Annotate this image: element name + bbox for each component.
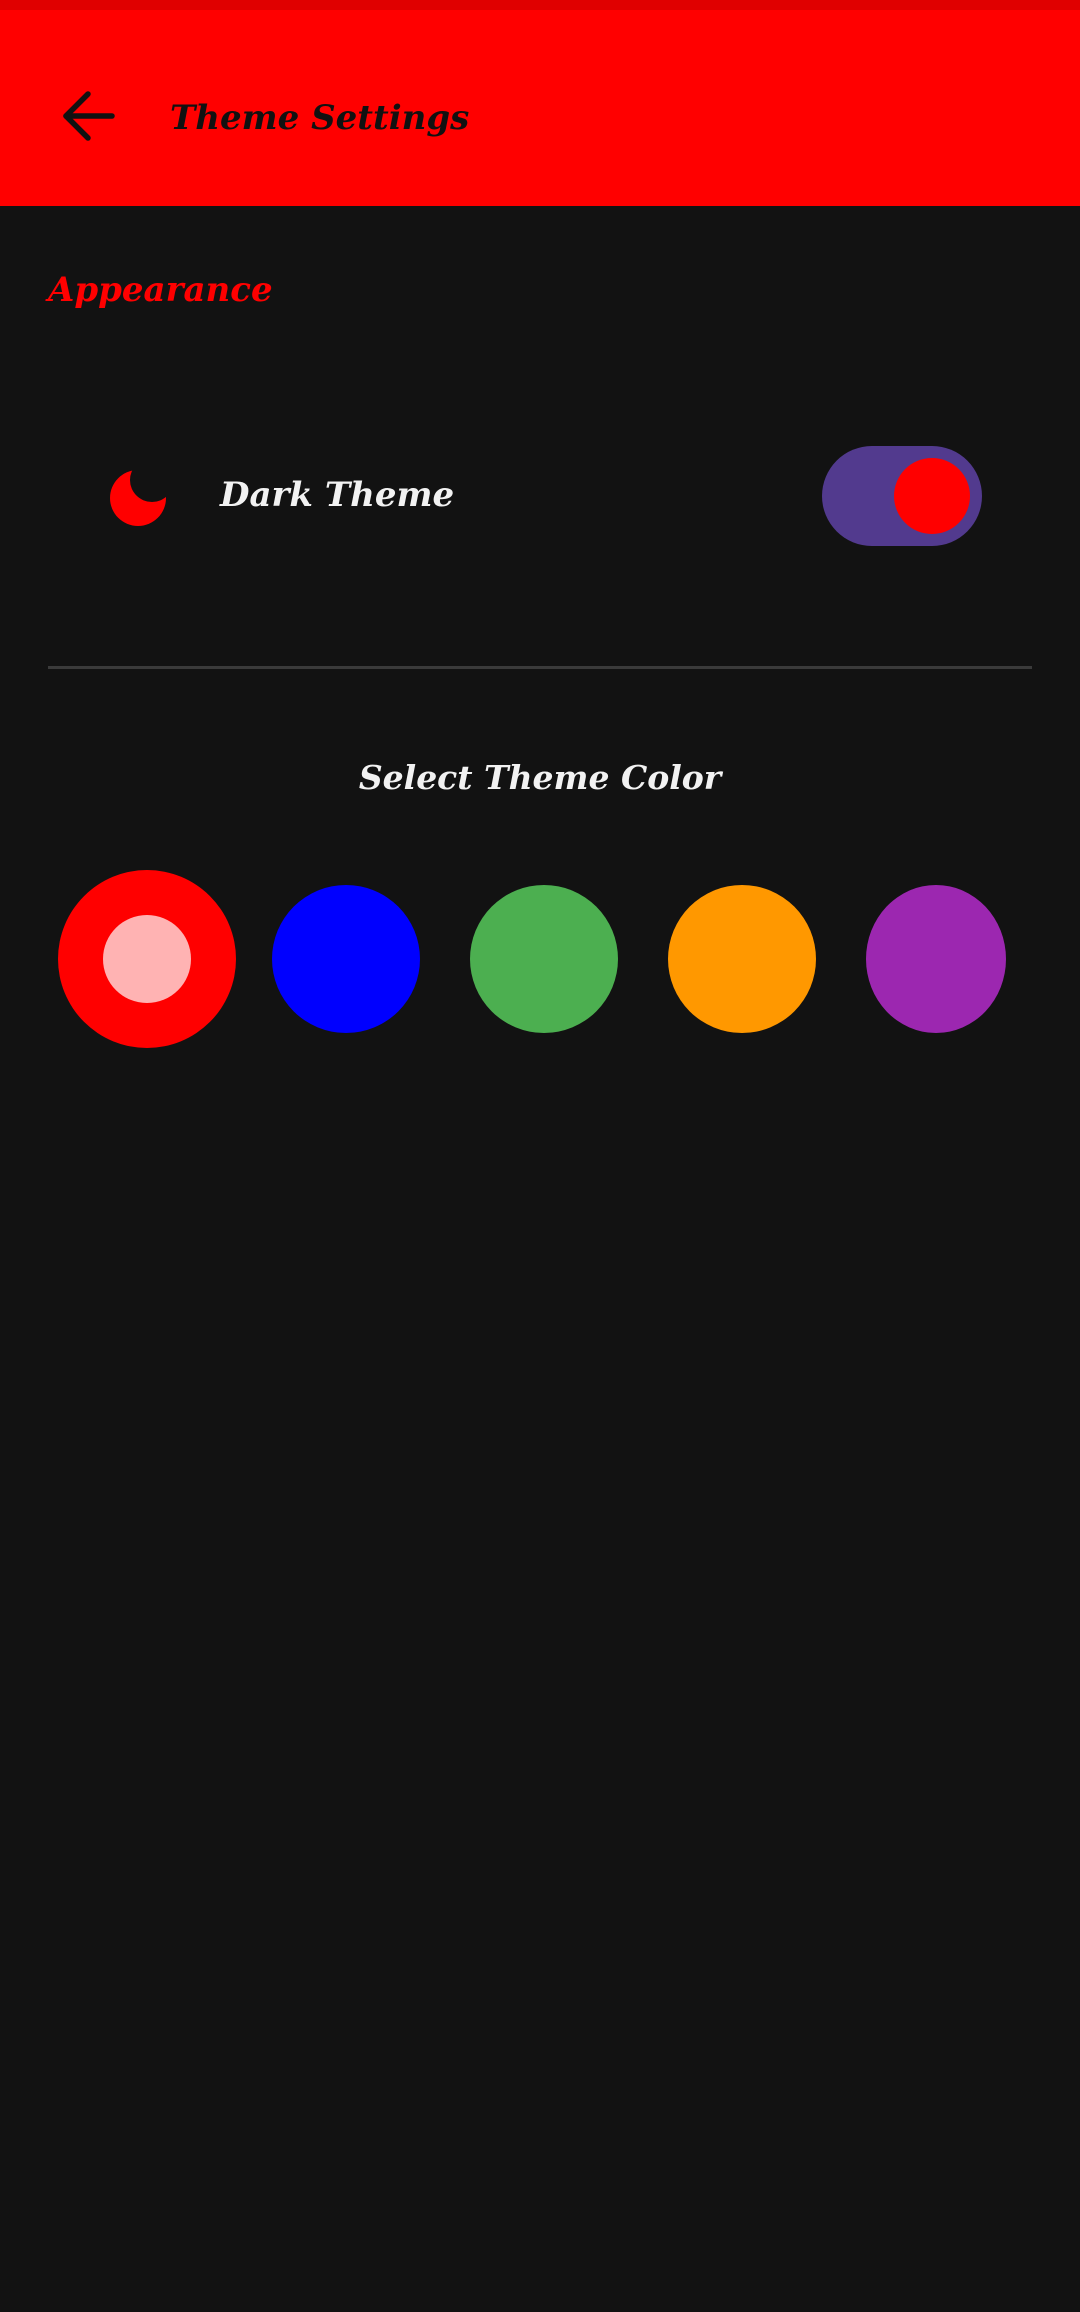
- page-title: Theme Settings: [170, 98, 470, 138]
- selected-indicator: [103, 915, 191, 1003]
- color-swatch-blue[interactable]: [272, 885, 420, 1033]
- toggle-knob[interactable]: [894, 458, 970, 534]
- section-header-appearance: Appearance: [48, 270, 273, 310]
- dark-theme-toggle[interactable]: [822, 446, 982, 546]
- dark-theme-label: Dark Theme: [220, 475, 455, 515]
- color-swatch-orange[interactable]: [668, 885, 816, 1033]
- theme-color-title: Select Theme Color: [358, 758, 722, 797]
- app-bar: Theme Settings: [0, 10, 1080, 206]
- color-swatch-purple[interactable]: [866, 885, 1006, 1033]
- back-button[interactable]: [40, 68, 136, 164]
- dark-theme-row[interactable]: Dark Theme: [48, 420, 1032, 570]
- divider: [48, 666, 1032, 669]
- color-swatch-red-selected[interactable]: [58, 870, 236, 1048]
- arrow-left-icon: [63, 91, 115, 141]
- moon-icon: [110, 470, 166, 526]
- status-bar: [0, 0, 1080, 10]
- color-swatch-green[interactable]: [470, 885, 618, 1033]
